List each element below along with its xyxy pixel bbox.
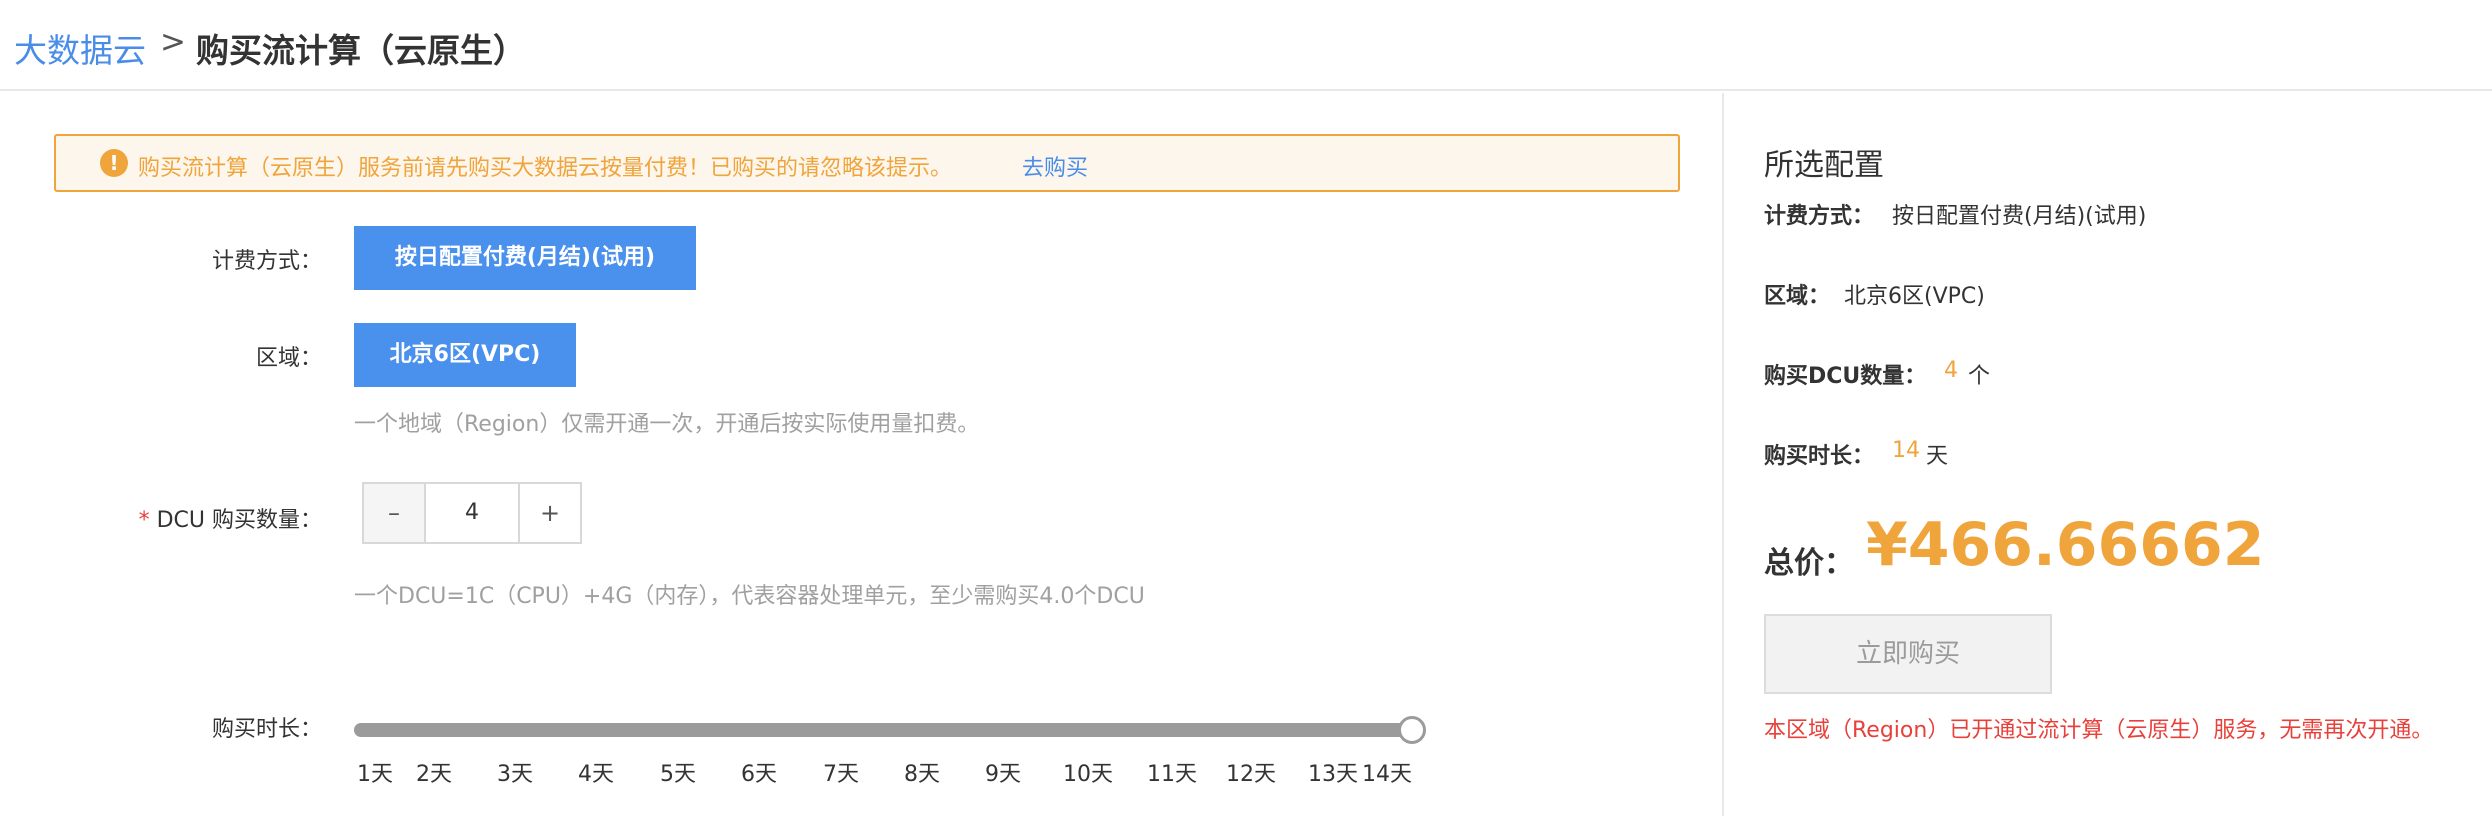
duration-tick-12[interactable]: 12天 (1226, 756, 1276, 788)
summary-duration-unit: 天 (1926, 444, 1949, 469)
dcu-quantity-input[interactable]: 4 (426, 484, 518, 542)
duration-tick-3[interactable]: 3天 (497, 756, 533, 788)
buy-now-button[interactable]: 立即购买 (1764, 614, 2052, 694)
duration-tick-7[interactable]: 7天 (823, 756, 859, 788)
panel-divider (1722, 93, 1724, 816)
region-option-button[interactable]: 北京6区(VPC) (354, 323, 576, 387)
duration-tick-9[interactable]: 9天 (985, 756, 1021, 788)
duration-slider-handle[interactable] (1398, 716, 1426, 744)
summary-billing-value: 按日配置付费(月结)(试用) (1892, 204, 2147, 229)
dcu-label: * DCU 购买数量： (22, 502, 322, 534)
summary-dcu-value: 4 (1944, 358, 1958, 383)
chevron-right-icon: > (160, 24, 186, 60)
breadcrumb-root-link[interactable]: 大数据云 (14, 24, 146, 72)
summary-duration-label: 购买时长： (1764, 444, 1875, 469)
duration-tick-10[interactable]: 10天 (1063, 756, 1113, 788)
duration-tick-4[interactable]: 4天 (578, 756, 614, 788)
decrement-button[interactable]: – (364, 484, 426, 542)
breadcrumb: 大数据云 > 购买流计算（云原生） (0, 0, 2492, 91)
summary-region-value: 北京6区(VPC) (1844, 284, 1985, 309)
dcu-quantity-stepper: – 4 + (362, 482, 582, 544)
go-purchase-link[interactable]: 去购买 (1022, 150, 1088, 182)
total-price-label: 总价： (1764, 546, 1854, 581)
required-mark: * (138, 508, 150, 533)
summary-region-label: 区域： (1764, 284, 1831, 309)
warning-alert: ! 购买流计算（云原生）服务前请先购买大数据云按量付费！已购买的请忽略该提示。 … (54, 134, 1680, 192)
duration-tick-11[interactable]: 11天 (1147, 756, 1197, 788)
duration-tick-6[interactable]: 6天 (741, 756, 777, 788)
total-price-value: ¥466.66662 (1866, 510, 2265, 580)
dcu-hint: 一个DCU=1C（CPU）+4G（内存），代表容器处理单元，至少需购买4.0个D… (354, 584, 1145, 609)
duration-label: 购买时长： (211, 717, 322, 742)
increment-button[interactable]: + (518, 484, 580, 542)
page-title: 购买流计算（云原生） (196, 31, 526, 70)
summary-billing-label: 计费方式： (1764, 204, 1875, 229)
duration-tick-2[interactable]: 2天 (416, 756, 452, 788)
region-label: 区域： (255, 346, 322, 371)
dcu-label-text: DCU 购买数量： (156, 508, 322, 533)
summary-title: 所选配置 (1764, 148, 1884, 183)
duration-tick-14[interactable]: 14天 (1362, 756, 1412, 788)
duration-tick-13[interactable]: 13天 (1308, 756, 1358, 788)
alert-text: 购买流计算（云原生）服务前请先购买大数据云按量付费！已购买的请忽略该提示。 (138, 156, 953, 181)
billing-label: 计费方式： (211, 249, 322, 274)
duration-slider-track[interactable] (354, 723, 1414, 737)
region-activated-notice: 本区域（Region）已开通过流计算（云原生）服务，无需再次开通。 (1764, 718, 2434, 743)
billing-option-button[interactable]: 按日配置付费(月结)(试用) (354, 226, 696, 290)
exclamation-circle-icon: ! (100, 149, 128, 177)
summary-dcu-unit: 个 (1968, 364, 1991, 389)
summary-dcu-label: 购买DCU数量： (1764, 364, 1927, 389)
summary-duration-value: 14 (1892, 438, 1920, 463)
duration-tick-1[interactable]: 1天 (357, 756, 393, 788)
duration-tick-5[interactable]: 5天 (660, 756, 696, 788)
region-hint: 一个地域（Region）仅需开通一次，开通后按实际使用量扣费。 (354, 412, 980, 437)
duration-tick-8[interactable]: 8天 (904, 756, 940, 788)
